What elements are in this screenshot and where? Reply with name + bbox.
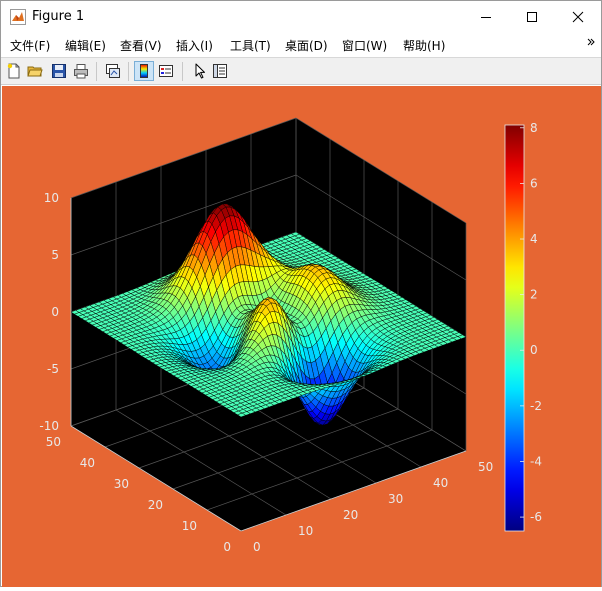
colorbar-tick-label: 0 [530,343,538,357]
edit-plot-button[interactable] [189,61,209,81]
open-file-icon [27,63,43,79]
print-button[interactable] [71,61,91,81]
close-icon [572,11,584,23]
property-inspector-button[interactable] [210,61,230,81]
menu-help[interactable]: 帮助(H) [403,37,445,54]
toolbar-separator [128,62,129,81]
toolbar-separator [182,62,183,81]
open-file-button[interactable] [25,61,45,81]
axis-tick-label: 10 [44,191,59,205]
axis-tick-label: 40 [80,456,95,470]
new-figure-button[interactable] [4,61,24,81]
axis-tick-label: 50 [46,435,61,449]
axis-tick-label: 10 [182,519,197,533]
axis-tick-label: 0 [253,540,261,554]
matlab-icon [10,9,26,25]
axis-tick-label: 10 [298,524,313,538]
colorbar-tick-label: -4 [530,454,542,468]
print-icon [73,63,89,79]
toolbar-separator [96,62,97,81]
link-plot-button[interactable] [103,61,123,81]
toolbar [1,57,601,85]
colorbar-tick-label: -2 [530,399,542,413]
menu-insert[interactable]: 插入(I) [176,37,213,54]
save-icon [51,63,67,79]
surface-plot[interactable]: 1050-5-100102030405001020304050 86420-2-… [2,86,601,587]
link-plot-icon [105,63,121,79]
axis-tick-label: 20 [148,498,163,512]
save-button[interactable] [49,61,69,81]
minimize-button[interactable] [463,1,509,32]
menu-edit[interactable]: 编辑(E) [65,37,106,54]
axis-tick-label: 20 [343,508,358,522]
colorbar[interactable]: 8 6 4 2 0 -2 -4 -6 [505,121,542,531]
close-button[interactable] [555,1,601,32]
axis-tick-label: 0 [51,305,59,319]
menu-bar: 文件(F) 编辑(E) 查看(V) 插入(I) 工具(T) 桌面(D) 窗口(W… [1,33,601,57]
axis-tick-label: 0 [223,540,231,554]
colorbar-tick-label: 2 [530,288,538,302]
colorbar-tick-label: 4 [530,232,538,246]
window-title: Figure 1 [32,9,84,24]
legend-icon [158,63,174,79]
minimize-icon [480,11,492,23]
menu-view[interactable]: 查看(V) [120,37,162,54]
figure-window: Figure 1 文件(F) 编辑(E) 查看(V) 插入(I) 工具(T) 桌… [0,0,602,587]
figure-canvas[interactable]: 1050-5-100102030405001020304050 86420-2-… [2,86,601,587]
menu-window[interactable]: 窗口(W) [342,37,387,54]
axis-tick-label: 30 [388,492,403,506]
axis-tick-label: 50 [478,460,493,474]
axis-tick-label: 30 [114,477,129,491]
chevron-more-icon[interactable] [587,38,595,46]
colorbar-tick-label: 6 [530,176,538,190]
colorbar-gradient [505,125,524,531]
maximize-icon [526,11,538,23]
menu-desktop[interactable]: 桌面(D) [285,37,328,54]
colorbar-tick-label: 8 [530,121,538,135]
axis-tick-label: 5 [51,248,59,262]
title-bar[interactable]: Figure 1 [1,1,601,33]
maximize-button[interactable] [509,1,555,32]
colorbar-tick-label: -6 [530,510,542,524]
menu-tools[interactable]: 工具(T) [230,37,271,54]
new-figure-icon [6,63,22,79]
colorbar-icon [137,63,151,79]
edit-plot-arrow-icon [191,63,207,79]
property-inspector-icon [212,63,228,79]
menu-file[interactable]: 文件(F) [10,37,50,54]
legend-button[interactable] [156,61,176,81]
axis-tick-label: -10 [39,419,59,433]
axis-tick-label: -5 [47,362,59,376]
axis-tick-label: 40 [433,476,448,490]
colorbar-button[interactable] [134,61,154,81]
